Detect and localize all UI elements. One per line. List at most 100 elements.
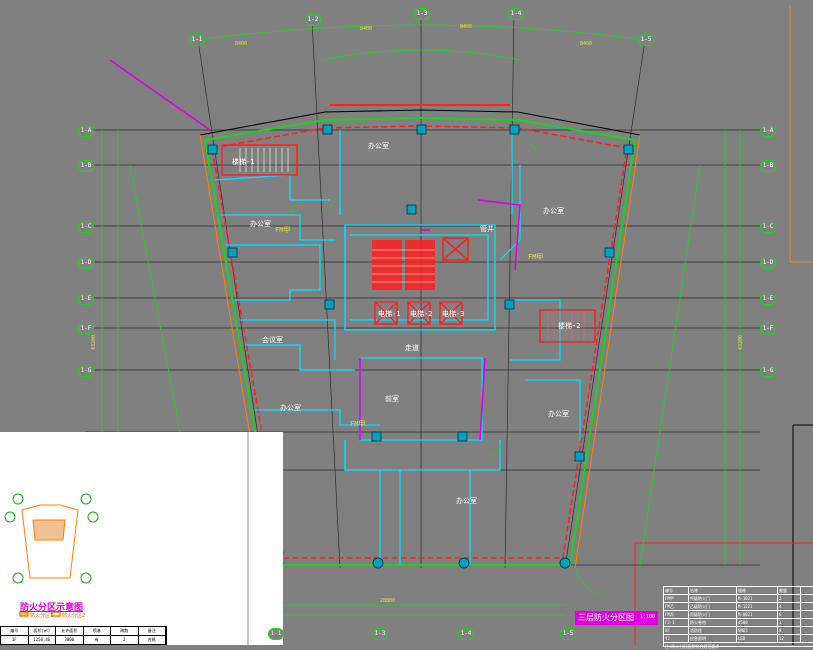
room-label: 办公室 bbox=[456, 497, 477, 505]
room-label: 办公室 bbox=[543, 207, 564, 215]
table-cell: 数量 bbox=[778, 587, 801, 594]
room-label: 电梯-3 bbox=[442, 310, 465, 318]
cad-drawing: 8400 8400 8400 8400 43200 43200 28800 1-… bbox=[0, 0, 813, 650]
table-cell: M-0821 bbox=[737, 611, 778, 618]
axis-bubble: 1-B bbox=[760, 160, 776, 172]
table-header-row: 编号 名称 规格 数量 bbox=[664, 587, 813, 595]
axis-bubble: 1-5 bbox=[638, 34, 654, 46]
axis-bubble: 1-5 bbox=[560, 628, 576, 640]
room-label: 前室 bbox=[385, 395, 399, 403]
table-row: YJ 应急照明 LED 12 bbox=[664, 635, 813, 643]
legend-label: 防火分区2 bbox=[62, 613, 86, 619]
table-cell: 3000 bbox=[56, 636, 84, 644]
table-cell: 4 bbox=[778, 603, 801, 610]
table-row: FM乙 乙级防火门 M-1221 4 bbox=[664, 603, 813, 611]
fire-door-label: FM甲 bbox=[275, 226, 291, 234]
room-label: 楼梯-2 bbox=[558, 322, 581, 330]
table-note: 注:防火分区面积符合规范要求 bbox=[664, 643, 813, 650]
svg-text:8400: 8400 bbox=[580, 41, 592, 47]
table-cell: 2 bbox=[111, 636, 139, 644]
table-cell: 丙级防火门 bbox=[689, 611, 737, 618]
fire-door-label: FM甲 bbox=[528, 253, 544, 261]
fire-zone-table: 编号 面积(㎡) 允许面积 喷淋 疏散 备注 1F 1258.46 3000 有… bbox=[0, 626, 167, 645]
table-cell: 疏散 bbox=[111, 627, 139, 635]
table-cell: 喷淋 bbox=[84, 627, 111, 635]
table-cell: 防火卷帘 bbox=[689, 619, 737, 626]
table-cell: 乙级防火门 bbox=[689, 603, 737, 610]
table-cell: 面积(㎡) bbox=[29, 627, 56, 635]
table-cell: 6 bbox=[778, 611, 801, 618]
table-cell: FJ-1 bbox=[664, 619, 689, 626]
axis-bubble: 1-A bbox=[760, 125, 776, 137]
axis-bubble: 1-D bbox=[760, 257, 776, 269]
axis-bubble: 1-4 bbox=[458, 628, 474, 640]
table-row: FJ-1 防火卷帘 4500 1 bbox=[664, 619, 813, 627]
room-label: 办公室 bbox=[280, 404, 301, 412]
svg-text:43200: 43200 bbox=[91, 335, 97, 350]
table-cell: 应急照明 bbox=[689, 635, 737, 642]
table-cell: XF bbox=[664, 627, 689, 634]
table-cell: 1F bbox=[1, 636, 29, 644]
axis-bubble: 1-F bbox=[78, 323, 94, 335]
table-cell: 备注 bbox=[139, 627, 166, 635]
shaft-label: 管井 bbox=[480, 225, 494, 233]
axis-bubble: 1-4 bbox=[508, 8, 524, 20]
table-row: FM甲 甲级防火门 M-1021 2 bbox=[664, 595, 813, 603]
fire-door-label: FM甲 bbox=[350, 420, 366, 428]
axis-bubble: 1-1 bbox=[189, 34, 205, 46]
room-label: 办公室 bbox=[368, 142, 389, 150]
legend-label: 防火分区1 bbox=[30, 613, 54, 619]
table-cell: FM丙 bbox=[664, 611, 689, 618]
svg-text:8400: 8400 bbox=[235, 41, 247, 47]
drawing-scale: 1:100 bbox=[640, 614, 656, 620]
table-cell: LED bbox=[737, 635, 778, 642]
axis-bubble: 1-2 bbox=[305, 14, 321, 26]
axis-bubble: 1-E bbox=[78, 293, 94, 305]
axis-bubble: 1-G bbox=[78, 365, 94, 377]
room-label: 电梯-2 bbox=[410, 310, 433, 318]
axis-bubble: 1-E bbox=[760, 293, 776, 305]
table-cell: 名称 bbox=[689, 587, 737, 594]
room-label: 会议室 bbox=[262, 336, 283, 344]
room-label: 走道 bbox=[405, 344, 419, 352]
svg-text:28800: 28800 bbox=[380, 598, 395, 604]
table-row: 1F 1258.46 3000 有 2 合格 bbox=[1, 636, 166, 645]
axis-bubble: 1-C bbox=[78, 221, 94, 233]
spec-table: 编号 名称 规格 数量 FM甲 甲级防火门 M-1021 2 FM乙 乙级防火门… bbox=[663, 586, 813, 650]
table-row: XF 消防栓 SN65 8 bbox=[664, 627, 813, 635]
svg-text:8400: 8400 bbox=[360, 26, 372, 32]
axis-bubble: 1-A bbox=[78, 125, 94, 137]
table-cell: 1258.46 bbox=[29, 636, 56, 644]
table-cell: 12 bbox=[778, 635, 801, 642]
table-cell: 4500 bbox=[737, 619, 778, 626]
axis-bubble: 1-D bbox=[78, 257, 94, 269]
room-label: 电梯-1 bbox=[378, 310, 401, 318]
table-note-text: 注:防火分区面积符合规范要求 bbox=[665, 644, 720, 649]
table-cell: 有 bbox=[84, 636, 111, 644]
table-cell: 允许面积 bbox=[56, 627, 84, 635]
table-cell: 规格 bbox=[737, 587, 778, 594]
table-cell: M-1021 bbox=[737, 595, 778, 602]
axis-bubble: 1-B bbox=[78, 160, 94, 172]
room-label: 办公室 bbox=[250, 220, 271, 228]
axis-bubble: 1-G bbox=[760, 365, 776, 377]
table-row: FM丙 丙级防火门 M-0821 6 bbox=[664, 611, 813, 619]
table-cell: 编号 bbox=[1, 627, 29, 635]
room-label: 楼梯-1 bbox=[232, 158, 255, 166]
svg-text:8400: 8400 bbox=[460, 24, 472, 30]
table-cell: M-1221 bbox=[737, 603, 778, 610]
axis-bubble: 1-C bbox=[760, 221, 776, 233]
table-cell: 8 bbox=[778, 627, 801, 634]
floor-plan: 8400 8400 8400 8400 43200 43200 28800 bbox=[0, 0, 813, 645]
axis-bubble: 1-3 bbox=[372, 628, 388, 640]
table-cell: 1 bbox=[778, 619, 801, 626]
table-cell: 合格 bbox=[139, 636, 166, 644]
axis-bubble: 1-1 bbox=[268, 628, 284, 640]
table-cell: 编号 bbox=[664, 587, 689, 594]
room-label: 办公室 bbox=[548, 410, 569, 418]
svg-text:43200: 43200 bbox=[738, 335, 744, 350]
table-cell: SN65 bbox=[737, 627, 778, 634]
table-cell: FM甲 bbox=[664, 595, 689, 602]
axis-bubble: 1-F bbox=[760, 323, 776, 335]
table-cell: 2 bbox=[778, 595, 801, 602]
